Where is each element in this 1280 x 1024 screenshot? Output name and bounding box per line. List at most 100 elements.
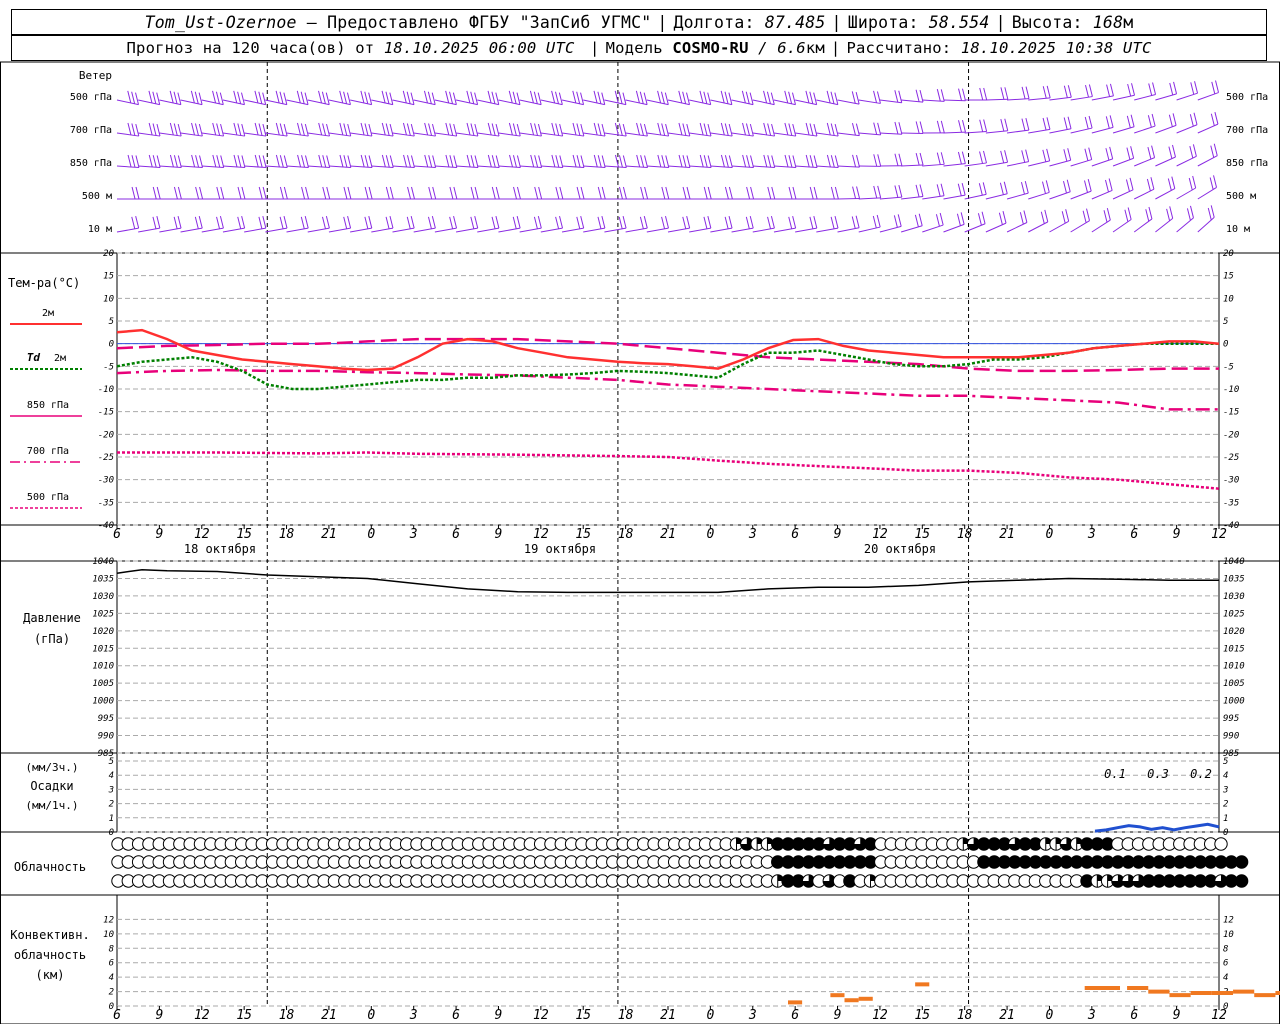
wind-barb xyxy=(222,186,246,200)
wind-barb xyxy=(583,90,606,106)
precip-tick-right: 4 xyxy=(1223,771,1228,781)
wind-barb xyxy=(689,122,712,137)
wind-barb xyxy=(710,154,733,169)
wind-barb xyxy=(1134,145,1156,167)
wind-barb xyxy=(1155,81,1178,101)
wind-barb xyxy=(180,122,203,137)
wind-barb xyxy=(1155,206,1174,233)
x-tick-label: 12 xyxy=(872,527,888,542)
wind-barb xyxy=(392,186,415,200)
pressure-tick-left: 1000 xyxy=(92,697,114,707)
x-tick-label: 9 xyxy=(495,1008,503,1023)
wind-barb xyxy=(159,122,182,137)
wind-barb xyxy=(943,88,966,102)
x-tick-label: 6 xyxy=(791,527,799,542)
wind-barb xyxy=(816,122,839,137)
wind-barb xyxy=(138,90,161,106)
temp-tick-right: 5 xyxy=(1223,317,1228,327)
wind-barb xyxy=(265,90,288,106)
wind-level-right: 700 гПа xyxy=(1226,125,1268,136)
cloud-symbol xyxy=(1234,874,1249,888)
x-tick-label: 6 xyxy=(452,1008,460,1023)
x-tick-label: 15 xyxy=(236,527,252,542)
x-tick-label: 21 xyxy=(999,527,1015,542)
pressure-tick-left: 1040 xyxy=(92,557,114,567)
wind-barb xyxy=(244,216,267,233)
wind-barb xyxy=(1112,146,1135,167)
wind-barb xyxy=(646,216,669,233)
x-tick-label: 0 xyxy=(706,527,714,542)
wind-barb xyxy=(350,186,373,200)
wind-barb xyxy=(498,186,521,200)
wind-barb xyxy=(265,122,288,137)
x-tick-label: 3 xyxy=(409,527,418,542)
wind-barb xyxy=(752,90,775,106)
wind-barb xyxy=(159,90,182,106)
wind-barb xyxy=(837,215,860,233)
wind-barb xyxy=(1155,176,1176,200)
x-tick-label: 21 xyxy=(660,1008,676,1023)
wind-barb xyxy=(1176,144,1197,167)
x-tick-label: 0 xyxy=(1046,1008,1054,1023)
wind-barb xyxy=(583,186,606,200)
wind-barb xyxy=(795,186,818,200)
wind-barb xyxy=(1197,205,1215,233)
legend-t850: 850 гПа xyxy=(10,400,82,417)
wind-barb xyxy=(413,122,436,137)
wind-barb xyxy=(519,216,542,233)
temp-tick-left: -10 xyxy=(98,385,114,395)
temp-tick-right: -10 xyxy=(1223,385,1239,395)
precip-total: 0.2 xyxy=(1190,767,1212,781)
temp-tick-right: 15 xyxy=(1223,272,1234,282)
temp-tick-left: -30 xyxy=(98,476,114,486)
temp-tick-left: -20 xyxy=(98,430,114,440)
wind-barb xyxy=(985,87,1009,101)
wind-barb xyxy=(562,154,585,169)
x-tick-label: 6 xyxy=(791,1008,799,1023)
x-tick-label: 21 xyxy=(321,527,337,542)
precip-total: 0.1 xyxy=(1104,767,1126,781)
day-labels: 18 октября 19 октября 20 октября xyxy=(184,542,936,556)
wind-barb xyxy=(562,186,585,200)
temp-tick-left: -15 xyxy=(98,408,114,418)
x-tick-label: 12 xyxy=(194,527,210,542)
x-tick-label: 15 xyxy=(914,527,930,542)
wind-barb xyxy=(561,216,585,233)
cloud-symbol xyxy=(1234,855,1249,869)
wind-barb xyxy=(1197,112,1219,134)
wind-barb xyxy=(392,90,415,106)
wind-barb xyxy=(1049,209,1070,233)
x-tick-label: 3 xyxy=(1087,527,1096,542)
pressure-tick-left: 995 xyxy=(98,714,114,724)
wind-barb xyxy=(901,121,924,135)
wind-barb xyxy=(964,87,988,101)
cloud-title: Облачность xyxy=(14,860,86,874)
wind-barb xyxy=(1006,149,1030,167)
wind-barb xyxy=(519,186,543,200)
temp-tick-right: -5 xyxy=(1223,362,1234,372)
wind-barb xyxy=(540,122,564,137)
wind-barb xyxy=(795,122,818,137)
wind-barb xyxy=(477,90,500,106)
wind-barb xyxy=(943,182,966,200)
wind-barb xyxy=(1112,114,1135,134)
wind-barb xyxy=(498,154,521,169)
legend-t500: 500 гПа xyxy=(10,492,82,509)
wind-barb xyxy=(985,150,1009,167)
series-t700 xyxy=(116,368,1219,411)
legend-t2m: 2м xyxy=(10,308,82,325)
wind-barb xyxy=(731,122,754,137)
wind-barb xyxy=(964,150,987,167)
wind-barb xyxy=(668,186,691,200)
wind-barb xyxy=(1049,85,1072,101)
wind-barb xyxy=(1155,144,1176,167)
pressure-tick-left: 1035 xyxy=(92,574,114,584)
x-tick-label: 9 xyxy=(1173,1008,1181,1023)
wind-barb xyxy=(816,216,839,233)
temp-tick-right: 10 xyxy=(1223,294,1234,304)
wind-barb xyxy=(731,154,755,169)
wind-barb xyxy=(858,185,882,200)
temp-tick-left: 15 xyxy=(103,272,114,282)
wind-barb xyxy=(540,90,563,106)
wind-barb xyxy=(1049,179,1071,200)
